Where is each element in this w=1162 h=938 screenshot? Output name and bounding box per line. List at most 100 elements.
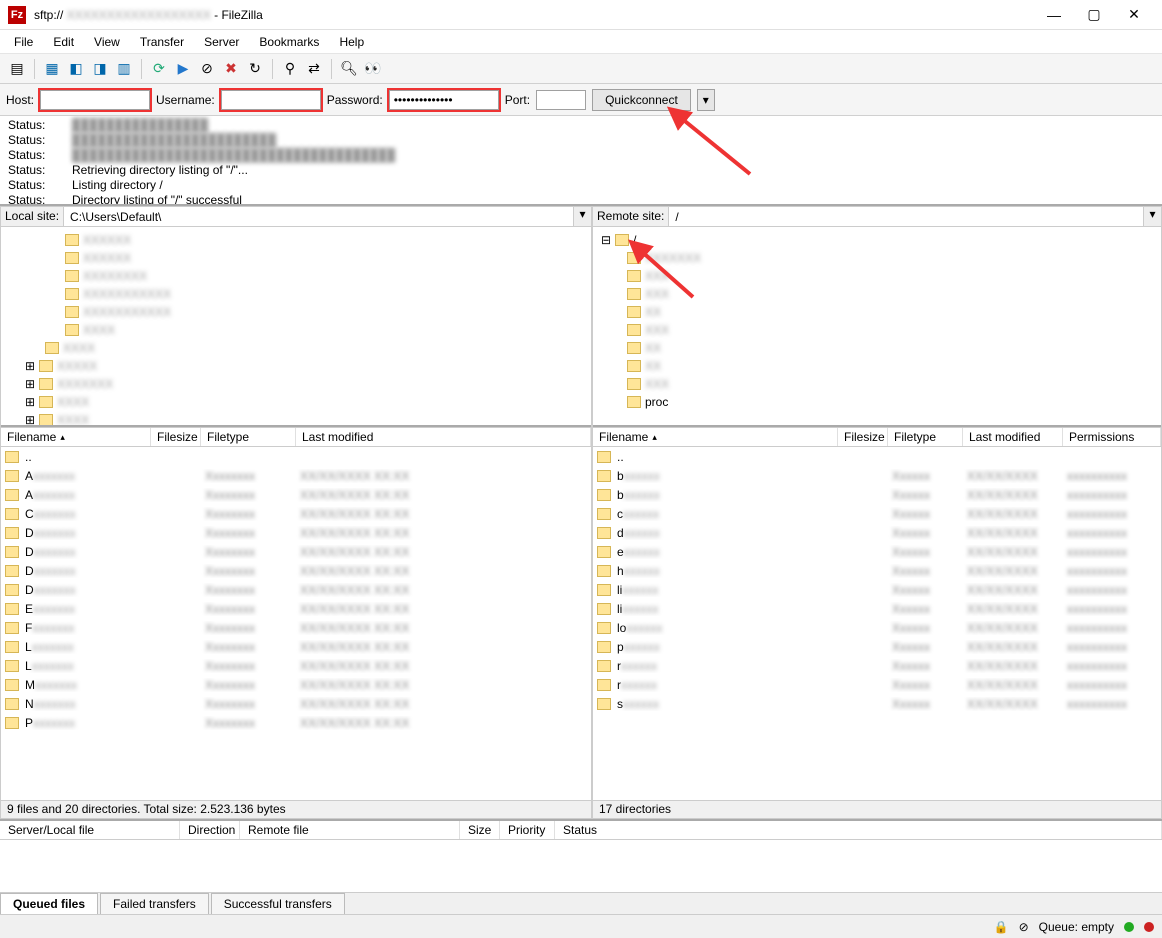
folder-icon	[627, 306, 641, 318]
col-filetype[interactable]: Filetype	[888, 428, 963, 446]
local-listview[interactable]: Filename▴ Filesize Filetype Last modifie…	[1, 427, 591, 800]
toggle-local-tree-icon[interactable]: ◧	[65, 58, 87, 80]
queue-body[interactable]	[0, 840, 1162, 892]
list-item[interactable]: sxxxxxxXxxxxxXX/XX/XXXXxxxxxxxxxx	[593, 694, 1161, 713]
menu-server[interactable]: Server	[194, 33, 249, 51]
username-input[interactable]	[221, 90, 321, 110]
host-input[interactable]	[40, 90, 150, 110]
col-direction[interactable]: Direction	[180, 821, 240, 839]
list-item[interactable]: NxxxxxxxXxxxxxxxXX/XX/XXXX XX:XX	[1, 694, 591, 713]
col-server[interactable]: Server/Local file	[0, 821, 180, 839]
list-item[interactable]: FxxxxxxxXxxxxxxxXX/XX/XXXX XX:XX	[1, 618, 591, 637]
remote-tree-proc[interactable]: proc	[645, 395, 668, 409]
search-icon[interactable]: 🔍︎	[338, 58, 360, 80]
list-item[interactable]: AxxxxxxxXxxxxxxxXX/XX/XXXX XX:XX	[1, 485, 591, 504]
refresh-icon[interactable]: ⟳	[148, 58, 170, 80]
col-modified[interactable]: Last modified	[296, 428, 591, 446]
toggle-log-icon[interactable]: ▦	[41, 58, 63, 80]
folder-icon	[597, 451, 611, 463]
folder-icon	[627, 324, 641, 336]
folder-icon	[5, 641, 19, 653]
tab-failed-transfers[interactable]: Failed transfers	[100, 893, 209, 914]
list-item[interactable]: ..	[1, 447, 591, 466]
site-manager-icon[interactable]: ▤	[6, 58, 28, 80]
folder-icon	[627, 378, 641, 390]
menu-transfer[interactable]: Transfer	[130, 33, 194, 51]
toggle-queue-icon[interactable]: ▥	[113, 58, 135, 80]
list-item[interactable]: MxxxxxxxXxxxxxxxXX/XX/XXXX XX:XX	[1, 675, 591, 694]
col-filesize[interactable]: Filesize	[838, 428, 888, 446]
local-tree[interactable]: XXXXXX XXXXXX XXXXXXXX XXXXXXXXXXX XXXXX…	[1, 227, 591, 427]
list-item[interactable]: CxxxxxxxXxxxxxxxXX/XX/XXXX XX:XX	[1, 504, 591, 523]
col-priority[interactable]: Priority	[500, 821, 555, 839]
app-name: FileZilla	[221, 8, 262, 22]
remote-tree[interactable]: ⊟/ XXXXXXX XXX XXX XX XXX XX XX XXX proc	[593, 227, 1161, 427]
tab-successful-transfers[interactable]: Successful transfers	[211, 893, 345, 914]
list-item[interactable]: PxxxxxxxXxxxxxxxXX/XX/XXXX XX:XX	[1, 713, 591, 732]
list-item[interactable]: bxxxxxxXxxxxxXX/XX/XXXXxxxxxxxxxx	[593, 485, 1161, 504]
close-button[interactable]: ✕	[1114, 1, 1154, 29]
list-item[interactable]: ExxxxxxxXxxxxxxxXX/XX/XXXX XX:XX	[1, 599, 591, 618]
filter-icon[interactable]: ⚲	[279, 58, 301, 80]
process-queue-icon[interactable]: ▶	[172, 58, 194, 80]
folder-icon	[39, 378, 53, 390]
list-item[interactable]: cxxxxxxXxxxxxXX/XX/XXXXxxxxxxxxxx	[593, 504, 1161, 523]
list-item[interactable]: hxxxxxxXxxxxxXX/XX/XXXXxxxxxxxxxx	[593, 561, 1161, 580]
list-item[interactable]: bxxxxxxXxxxxxXX/XX/XXXXxxxxxxxxxx	[593, 466, 1161, 485]
disconnect-icon[interactable]: ✖	[220, 58, 242, 80]
list-item[interactable]: pxxxxxxXxxxxxXX/XX/XXXXxxxxxxxxxx	[593, 637, 1161, 656]
col-filesize[interactable]: Filesize	[151, 428, 201, 446]
list-item[interactable]: AxxxxxxxXxxxxxxxXX/XX/XXXX XX:XX	[1, 466, 591, 485]
col-status[interactable]: Status	[555, 821, 1162, 839]
message-log[interactable]: Status:████████████████ Status:█████████…	[0, 116, 1162, 206]
list-item[interactable]: DxxxxxxxXxxxxxxxXX/XX/XXXX XX:XX	[1, 580, 591, 599]
local-site-dropdown[interactable]: ▾	[573, 207, 591, 226]
list-item[interactable]: rxxxxxxXxxxxxXX/XX/XXXXxxxxxxxxxx	[593, 656, 1161, 675]
col-size[interactable]: Size	[460, 821, 500, 839]
local-pane: Local site: ▾ XXXXXX XXXXXX XXXXXXXX XXX…	[0, 206, 592, 819]
maximize-button[interactable]: ▢	[1074, 1, 1114, 29]
col-filetype[interactable]: Filetype	[201, 428, 296, 446]
binoculars-icon[interactable]: 👀	[362, 58, 384, 80]
list-item[interactable]: lixxxxxxXxxxxxXX/XX/XXXXxxxxxxxxxx	[593, 580, 1161, 599]
port-input[interactable]	[536, 90, 586, 110]
reconnect-icon[interactable]: ↻	[244, 58, 266, 80]
list-item[interactable]: rxxxxxxXxxxxxXX/XX/XXXXxxxxxxxxxx	[593, 675, 1161, 694]
col-permissions[interactable]: Permissions	[1063, 428, 1161, 446]
tab-queued-files[interactable]: Queued files	[0, 893, 98, 914]
toggle-remote-tree-icon[interactable]: ◨	[89, 58, 111, 80]
list-item[interactable]: lixxxxxxXxxxxxXX/XX/XXXXxxxxxxxxxx	[593, 599, 1161, 618]
list-item[interactable]: loxxxxxxXxxxxxXX/XX/XXXXxxxxxxxxxx	[593, 618, 1161, 637]
cancel-icon[interactable]: ⊘	[196, 58, 218, 80]
menu-edit[interactable]: Edit	[43, 33, 84, 51]
col-filename[interactable]: Filename▴	[593, 428, 838, 446]
list-item[interactable]: LxxxxxxxXxxxxxxxXX/XX/XXXX XX:XX	[1, 637, 591, 656]
list-item[interactable]: LxxxxxxxXxxxxxxxXX/XX/XXXX XX:XX	[1, 656, 591, 675]
folder-icon	[597, 603, 611, 615]
col-modified[interactable]: Last modified	[963, 428, 1063, 446]
list-item[interactable]: dxxxxxxXxxxxxXX/XX/XXXXxxxxxxxxxx	[593, 523, 1161, 542]
local-site-input[interactable]	[64, 207, 573, 226]
expand-icon[interactable]: ⊟	[601, 233, 611, 247]
remote-listview[interactable]: Filename▴ Filesize Filetype Last modifie…	[593, 427, 1161, 800]
menu-file[interactable]: File	[4, 33, 43, 51]
compare-icon[interactable]: ⇄	[303, 58, 325, 80]
list-item[interactable]: ..	[593, 447, 1161, 466]
col-filename[interactable]: Filename▴	[1, 428, 151, 446]
remote-site-input[interactable]	[669, 207, 1143, 226]
col-remote-file[interactable]: Remote file	[240, 821, 460, 839]
minimize-button[interactable]: —	[1034, 1, 1074, 29]
remote-root[interactable]: /	[633, 233, 636, 247]
log-line: Directory listing of "/" successful	[72, 193, 242, 206]
password-input[interactable]	[389, 90, 499, 110]
menu-help[interactable]: Help	[329, 33, 374, 51]
list-item[interactable]: DxxxxxxxXxxxxxxxXX/XX/XXXX XX:XX	[1, 561, 591, 580]
quickconnect-button[interactable]: Quickconnect	[592, 89, 691, 111]
quickconnect-history-dropdown[interactable]: ▾	[697, 89, 715, 111]
menu-view[interactable]: View	[84, 33, 130, 51]
list-item[interactable]: DxxxxxxxXxxxxxxxXX/XX/XXXX XX:XX	[1, 523, 591, 542]
remote-site-dropdown[interactable]: ▾	[1143, 207, 1161, 226]
list-item[interactable]: DxxxxxxxXxxxxxxxXX/XX/XXXX XX:XX	[1, 542, 591, 561]
list-item[interactable]: exxxxxxXxxxxxXX/XX/XXXXxxxxxxxxxx	[593, 542, 1161, 561]
menu-bookmarks[interactable]: Bookmarks	[249, 33, 329, 51]
